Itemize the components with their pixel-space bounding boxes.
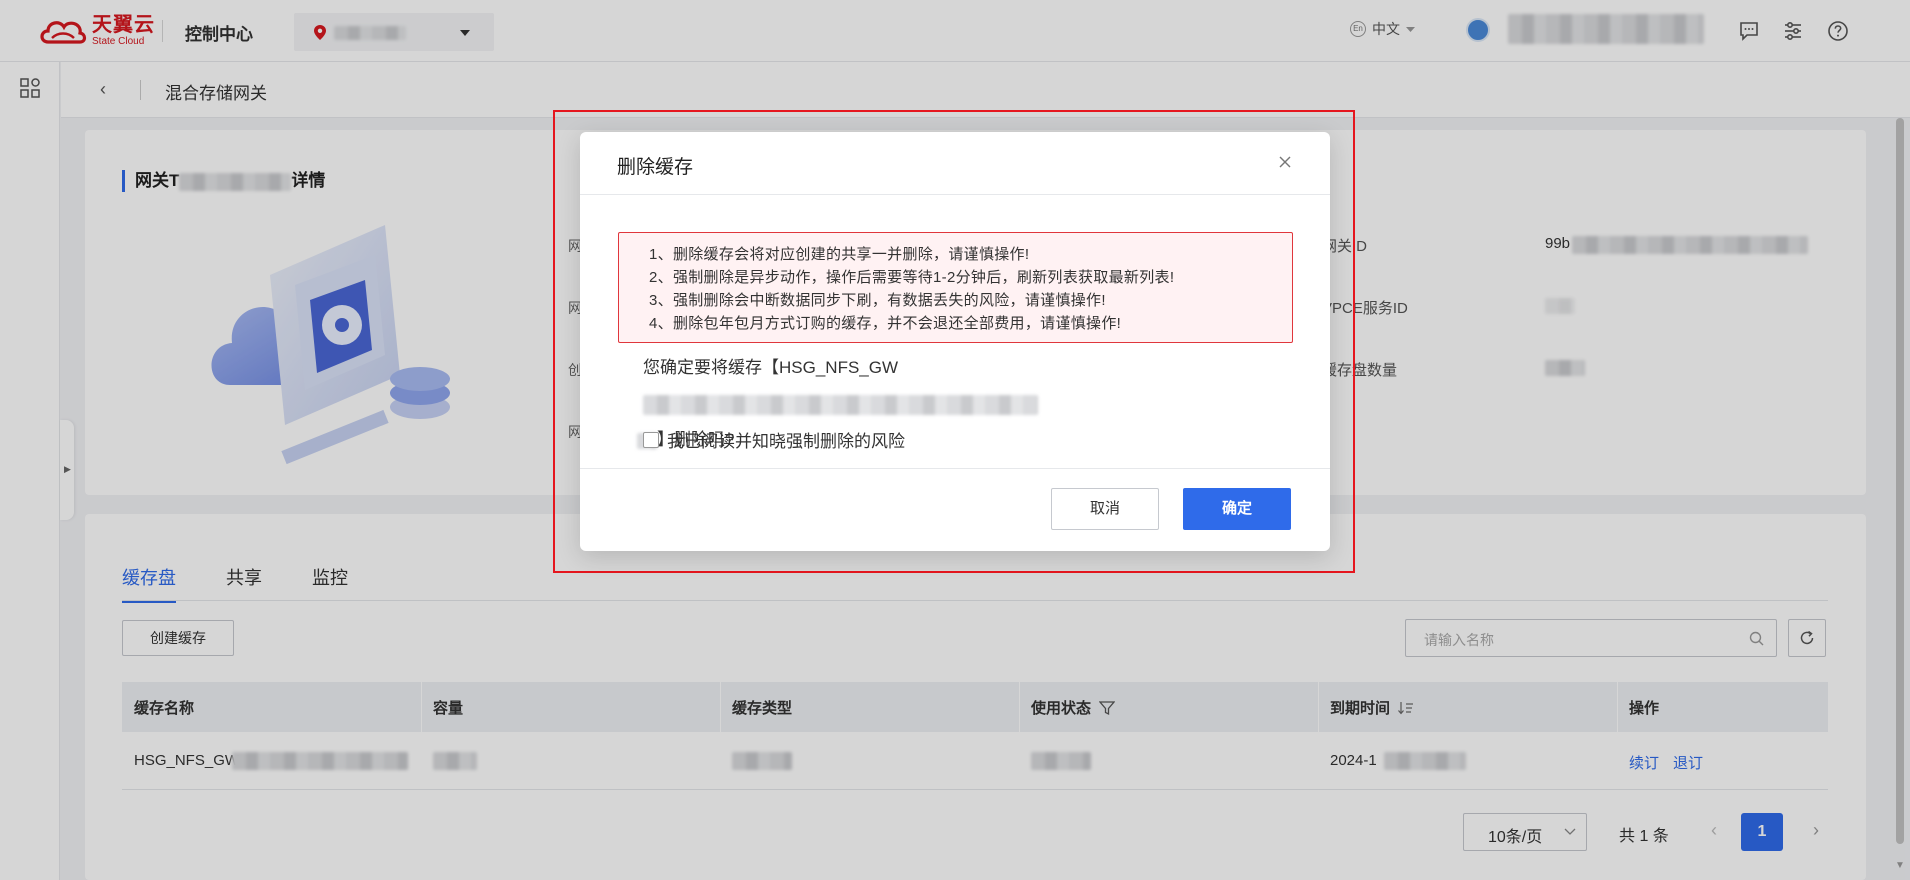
delete-cache-dialog: 删除缓存 1、删除缓存会将对应创建的共享一并删除，请谨慎操作! 2、强制删除是异… [580, 132, 1330, 551]
risk-acknowledge-row[interactable]: 我已阅读并知晓强制删除的风险 [643, 427, 905, 452]
cancel-button[interactable]: 取消 [1051, 488, 1159, 530]
dialog-header-divider [580, 194, 1330, 195]
dialog-footer-divider [580, 468, 1330, 469]
warning-line: 2、强制删除是异步动作，操作后需要等待1-2分钟后，刷新列表获取最新列表! [649, 269, 1175, 286]
close-icon[interactable] [1274, 151, 1296, 173]
confirm-message-prefix: 您确定要将缓存【HSG_NFS_GW [643, 358, 899, 377]
warning-box: 1、删除缓存会将对应创建的共享一并删除，请谨慎操作! 2、强制删除是异步动作，操… [618, 232, 1293, 343]
dialog-title: 删除缓存 [617, 157, 694, 178]
warning-line: 4、删除包年包月方式订购的缓存，并不会退还全部费用，请谨慎操作! [649, 315, 1122, 332]
cache-name-redacted [643, 394, 1038, 415]
risk-acknowledge-label[interactable]: 我已阅读并知晓强制删除的风险 [667, 427, 905, 452]
warning-line: 3、强制删除会中断数据同步下刷，有数据丢失的风险，请谨慎操作! [649, 292, 1106, 309]
confirm-button[interactable]: 确定 [1183, 488, 1291, 530]
risk-acknowledge-checkbox[interactable] [643, 431, 659, 448]
warning-line: 1、删除缓存会将对应创建的共享一并删除，请谨慎操作! [649, 246, 1030, 263]
